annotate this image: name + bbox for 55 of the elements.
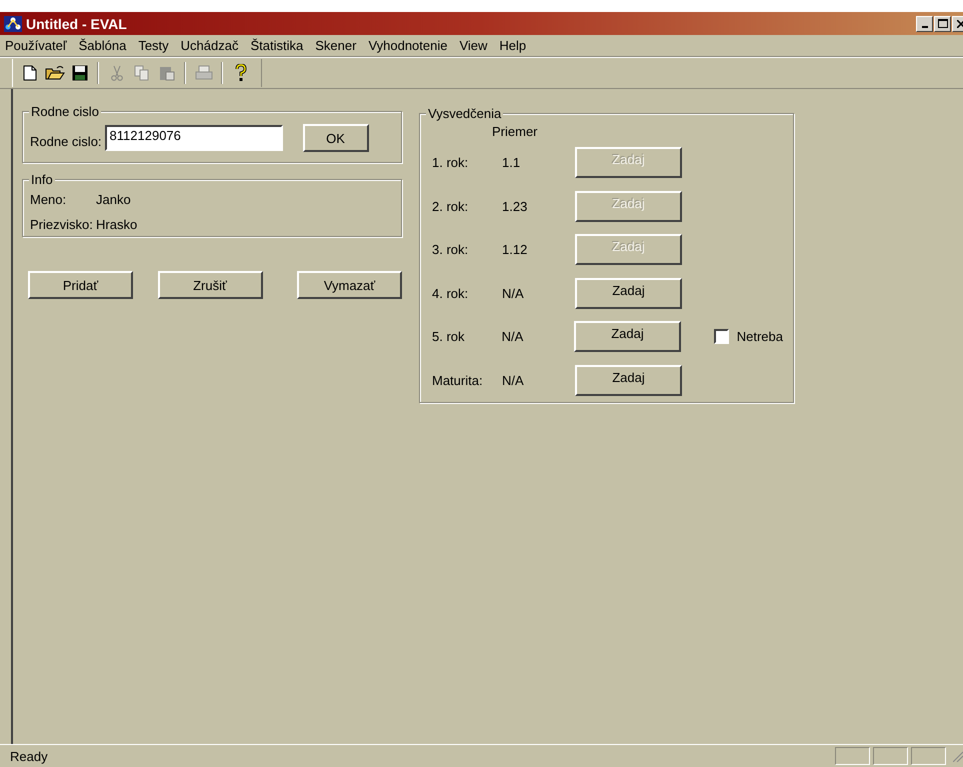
checkbox[interactable] — [714, 329, 729, 344]
action-button[interactable]: Vymazať — [297, 271, 402, 299]
group-title: Rodne cislo — [29, 104, 101, 119]
field-label: Rodne cislo: — [30, 134, 102, 148]
menu-item[interactable]: Používateľ — [5, 38, 67, 53]
checkbox-label: Netreba — [736, 329, 783, 344]
column-header: Priemer — [492, 124, 539, 141]
action-button[interactable]: Zrušiť — [158, 271, 262, 299]
menu-item[interactable]: Uchádzač — [180, 38, 238, 53]
field-value: Hrasko — [96, 217, 138, 232]
field-label: Priezvisko: — [30, 217, 94, 232]
resize-grip-icon[interactable] — [953, 750, 963, 762]
minimize-icon — [922, 26, 928, 28]
zadaj-button[interactable]: Zadaj — [575, 278, 682, 309]
zadaj-button[interactable]: Zadaj — [574, 321, 681, 352]
group-title: Info — [29, 172, 55, 187]
menu-item[interactable]: Skener — [315, 38, 356, 53]
ok-button[interactable]: OK — [302, 124, 369, 152]
zadaj-button[interactable]: Zadaj — [575, 364, 682, 396]
new-document-icon[interactable] — [22, 65, 36, 81]
menu-item[interactable]: Testy — [138, 38, 169, 53]
open-folder-icon[interactable] — [44, 65, 64, 81]
help-icon[interactable] — [234, 64, 246, 82]
field-value: Janko — [96, 192, 131, 207]
maximize-icon — [938, 19, 948, 28]
window-title: Untitled - EVAL — [26, 16, 127, 32]
action-button[interactable]: Pridať — [28, 271, 133, 299]
rodne-cislo-field[interactable]: 8112129076 — [104, 125, 283, 151]
average-value: N/A — [502, 286, 525, 301]
menu-item[interactable]: Help — [499, 38, 526, 53]
group-title: Vysvedčenia — [426, 106, 504, 121]
app-icon — [4, 16, 22, 32]
minimize-button[interactable] — [916, 16, 933, 32]
year-label: 3. rok: — [432, 242, 470, 258]
average-value: 1.1 — [502, 155, 522, 170]
menu-item[interactable]: Šablóna — [78, 38, 126, 53]
average-value: 1.12 — [502, 242, 528, 258]
status-pane — [911, 747, 946, 765]
close-icon — [956, 20, 963, 28]
year-label: Maturita: — [432, 372, 484, 388]
average-value: N/A — [502, 329, 524, 344]
average-value: 1.23 — [502, 198, 528, 214]
status-text: Ready — [10, 748, 48, 764]
maximize-button[interactable] — [934, 16, 951, 32]
year-label: 4. rok: — [432, 286, 470, 301]
status-pane — [873, 747, 908, 765]
year-label: 1. rok: — [432, 155, 470, 170]
menu-item[interactable]: Vyhodnotenie — [368, 38, 448, 53]
year-label: 2. rok: — [432, 198, 470, 214]
average-value: N/A — [502, 372, 525, 388]
menu-item[interactable]: View — [459, 38, 488, 53]
year-label: 5. rok — [432, 329, 466, 344]
menu-item[interactable]: Štatistika — [250, 38, 304, 53]
status-pane — [835, 747, 870, 765]
field-label: Meno: — [30, 192, 68, 207]
